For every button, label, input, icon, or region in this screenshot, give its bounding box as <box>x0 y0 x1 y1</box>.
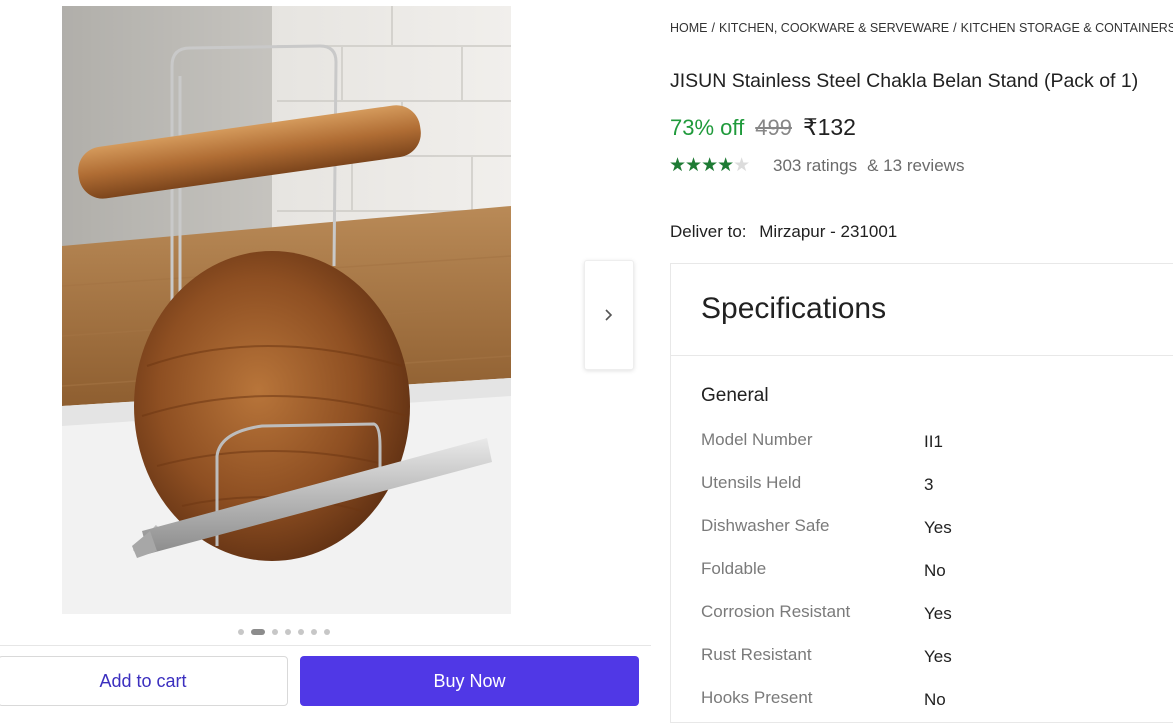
deliver-label: Deliver to: <box>670 222 747 241</box>
star-rating: ★★★★★ ★★★★★ <box>669 156 761 176</box>
rating-row: ★★★★★ ★★★★★ 303 ratings & 13 reviews <box>669 156 964 176</box>
spec-value: II1 <box>924 432 943 451</box>
spec-label: Model Number <box>701 430 813 449</box>
carousel-dot[interactable] <box>238 629 244 635</box>
breadcrumb-home[interactable]: Home <box>670 21 708 35</box>
carousel-dot-active[interactable] <box>251 629 265 635</box>
next-image-button[interactable] <box>584 260 634 370</box>
add-to-cart-button[interactable]: Add to cart <box>0 656 288 706</box>
deliver-pincode: Mirzapur - 231001 <box>759 222 898 241</box>
specifications-panel: Specifications General Model Number II1 … <box>670 263 1173 723</box>
stars-filled-icon: ★★★★★ <box>669 156 734 176</box>
action-bar: Add to cart Buy Now <box>0 645 651 710</box>
spec-label: Foldable <box>701 559 767 578</box>
image-carousel-dots <box>238 628 330 636</box>
spec-label: Utensils Held <box>701 473 802 492</box>
spec-label: Dishwasher Safe <box>701 516 830 535</box>
spec-group-title: General <box>701 385 769 406</box>
price-row: 73% off 499 ₹132 <box>670 114 856 141</box>
spec-value: Yes <box>924 518 952 537</box>
selling-price: ₹132 <box>802 114 856 140</box>
carousel-dot[interactable] <box>285 629 291 635</box>
ratings-count[interactable]: 303 ratings <box>773 156 857 176</box>
reviews-count[interactable]: & 13 reviews <box>867 156 964 176</box>
carousel-dot[interactable] <box>272 629 278 635</box>
spec-label: Hooks Present <box>701 688 813 707</box>
buy-now-button[interactable]: Buy Now <box>300 656 639 706</box>
product-title: JISUN Stainless Steel Chakla Belan Stand… <box>670 70 1139 92</box>
delivery-location[interactable]: Deliver to: Mirzapur - 231001 <box>670 222 897 242</box>
specifications-title: Specifications <box>701 292 887 325</box>
carousel-dot[interactable] <box>324 629 330 635</box>
spec-value: No <box>924 690 946 709</box>
breadcrumb-separator: / <box>953 21 957 35</box>
spec-value: Yes <box>924 604 952 623</box>
original-price: 499 <box>755 115 792 140</box>
breadcrumb-separator: / <box>711 21 715 35</box>
spec-label: Corrosion Resistant <box>701 602 851 621</box>
spec-value: No <box>924 561 946 580</box>
spec-value: 3 <box>924 475 934 494</box>
carousel-dot[interactable] <box>298 629 304 635</box>
chevron-right-icon <box>605 309 613 321</box>
spec-label: Rust Resistant <box>701 645 812 664</box>
breadcrumb-kitchen[interactable]: Kitchen, Cookware & Serveware <box>719 21 949 35</box>
spec-value: Yes <box>924 647 952 666</box>
breadcrumb: Home / Kitchen, Cookware & Serveware / Kitch… <box>670 21 1173 35</box>
breadcrumb-storage[interactable]: Kitchen Storage & Containers <box>961 21 1173 35</box>
discount-percent: 73% off <box>670 115 745 140</box>
carousel-dot[interactable] <box>311 629 317 635</box>
product-image[interactable] <box>62 6 511 614</box>
